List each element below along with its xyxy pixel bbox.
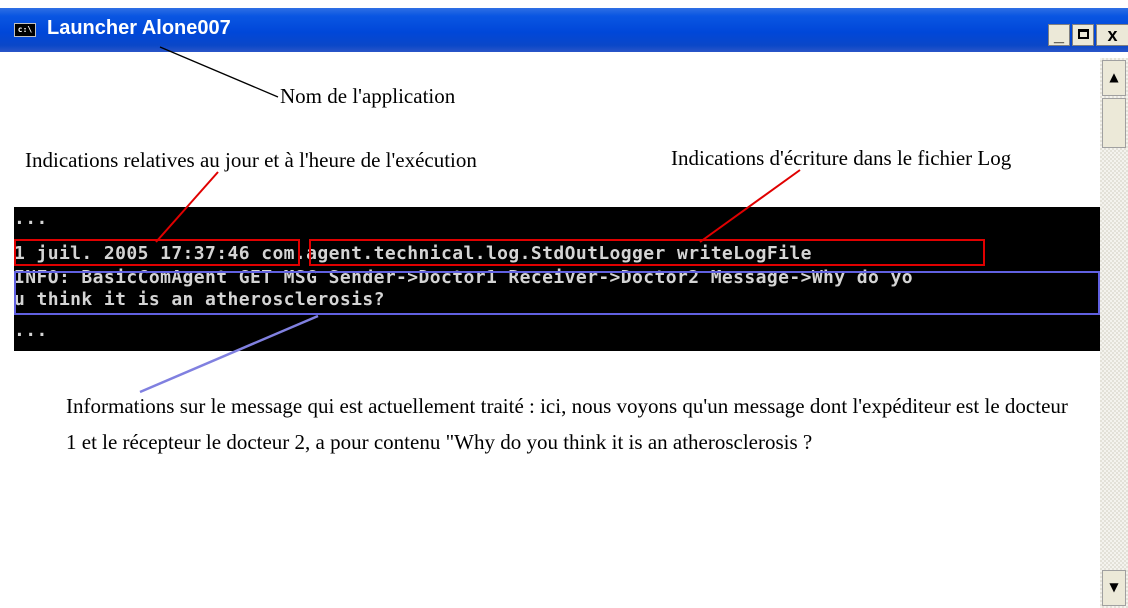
scroll-up-arrow-icon[interactable]: ▲ bbox=[1102, 60, 1126, 96]
scroll-thumb[interactable] bbox=[1102, 98, 1126, 148]
log-highlight-box bbox=[309, 239, 985, 266]
message-highlight-box bbox=[14, 271, 1100, 315]
annotation-log-write: Indications d'écriture dans le fichier L… bbox=[671, 146, 1012, 170]
console-app-icon[interactable]: c:\ bbox=[14, 23, 36, 37]
console-line: ... bbox=[14, 320, 48, 341]
annotation-date-time: Indications relatives au jour et à l'heu… bbox=[25, 148, 477, 172]
console-line: ... bbox=[14, 208, 48, 229]
close-button[interactable]: x bbox=[1096, 24, 1128, 46]
maximize-icon bbox=[1077, 29, 1089, 39]
scroll-down-arrow-icon[interactable]: ▼ bbox=[1102, 570, 1126, 606]
annotation-message-info: Informations sur le message qui est actu… bbox=[66, 394, 1068, 454]
annotation-app-name: Nom de l'application bbox=[280, 84, 456, 108]
window-title: Launcher Alone007 bbox=[47, 17, 231, 39]
date-highlight-box bbox=[14, 239, 300, 266]
minimize-button[interactable]: _ bbox=[1048, 24, 1070, 46]
maximize-button[interactable] bbox=[1072, 24, 1094, 46]
